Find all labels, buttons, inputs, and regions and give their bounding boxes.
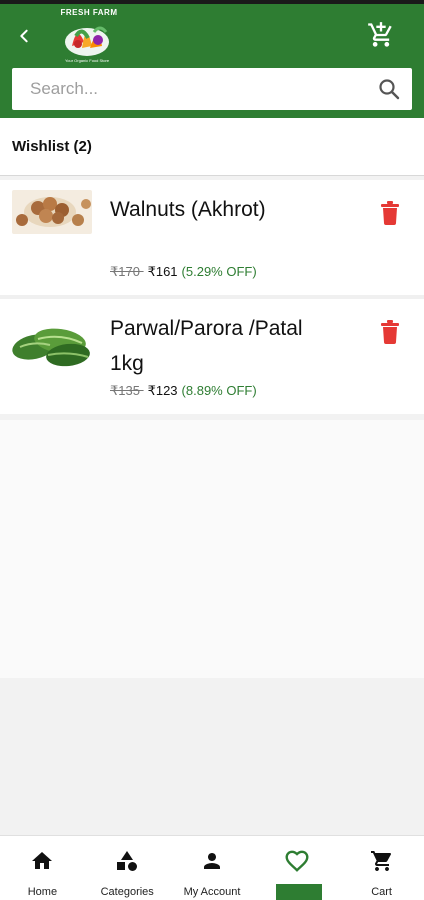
product-name[interactable]: Parwal/Parora /Patal 1kg: [110, 311, 310, 381]
parwal-image: [12, 319, 92, 373]
product-name[interactable]: Walnuts (Akhrot): [110, 192, 310, 227]
cart-add-icon: [368, 22, 392, 47]
brand-logo[interactable]: FRESH FARM Your Organic Food Store: [52, 6, 122, 68]
heart-icon: [285, 850, 309, 872]
wishlist-item[interactable]: Walnuts (Akhrot) ₹170 ₹161 (5.29% OFF): [0, 180, 424, 295]
account-icon: [203, 853, 220, 869]
search-button[interactable]: [376, 76, 402, 102]
app-header: FRESH FARM Your Organic Food Store: [0, 4, 424, 118]
wishlist-header: Wishlist (2): [0, 118, 424, 176]
wishlist-title: Wishlist (2): [12, 138, 92, 155]
search-bar: [12, 68, 412, 110]
back-arrow-icon: [20, 29, 28, 43]
wishlist-item[interactable]: Parwal/Parora /Patal 1kg ₹135 ₹123 (8.89%…: [0, 299, 424, 414]
discount-label: (8.89% OFF): [181, 383, 257, 398]
nav-my-account[interactable]: My Account: [170, 836, 255, 900]
price-row: ₹135 ₹123 (8.89% OFF): [110, 383, 257, 399]
nav-wishlist[interactable]: [254, 836, 339, 900]
add-to-cart-header-button[interactable]: [366, 20, 396, 50]
nav-label: Home: [27, 886, 58, 898]
home-icon: [32, 852, 53, 869]
bottom-navigation: Home Categories My Account Cart: [0, 835, 424, 900]
nav-label: My Account: [183, 886, 241, 898]
sale-price: ₹161: [147, 264, 178, 279]
search-icon: [379, 79, 400, 100]
active-tab-indicator: [276, 884, 323, 900]
content-area: [0, 420, 424, 678]
discount-label: (5.29% OFF): [181, 264, 257, 279]
search-input[interactable]: [30, 79, 376, 99]
cart-icon: [370, 851, 391, 871]
original-price: ₹135: [110, 383, 144, 398]
nav-cart[interactable]: Cart: [339, 836, 424, 900]
nav-label: Cart: [371, 886, 392, 898]
product-image-parwal[interactable]: [12, 319, 92, 373]
back-button[interactable]: [12, 24, 36, 48]
trash-icon: [381, 201, 399, 225]
nav-categories[interactable]: Categories: [85, 836, 170, 900]
price-row: ₹170 ₹161 (5.29% OFF): [110, 264, 257, 280]
original-price: ₹170: [110, 264, 144, 279]
categories-icon: [117, 851, 138, 871]
delete-button[interactable]: [378, 319, 402, 345]
walnuts-image: [12, 190, 92, 234]
sale-price: ₹123: [147, 383, 178, 398]
trash-icon: [381, 320, 399, 344]
delete-button[interactable]: [378, 200, 402, 226]
product-image-walnuts[interactable]: [12, 190, 92, 234]
logo-tagline: Your Organic Food Store: [64, 58, 110, 63]
nav-home[interactable]: Home: [0, 836, 85, 900]
nav-label: Categories: [100, 886, 154, 898]
